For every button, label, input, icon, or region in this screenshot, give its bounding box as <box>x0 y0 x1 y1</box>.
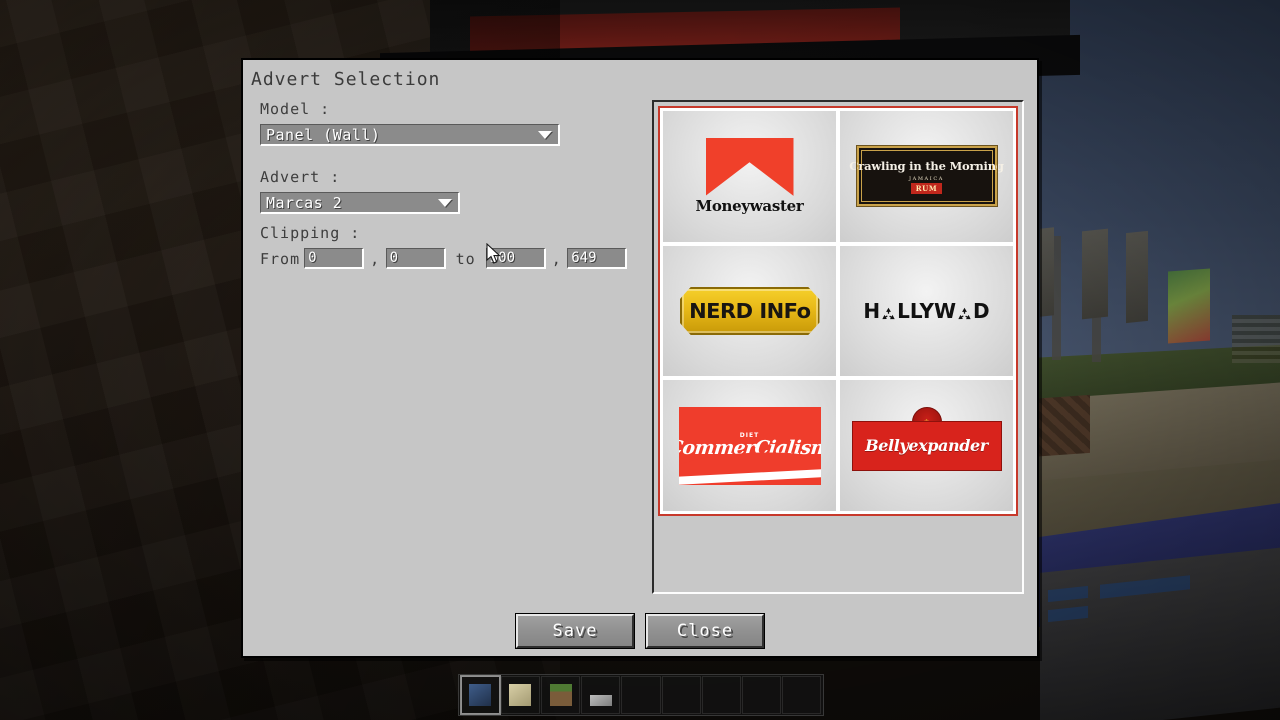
hollywood-part-2: LLYW <box>897 298 957 323</box>
model-label: Model : <box>260 100 331 118</box>
clipping-from-y-input[interactable]: 0 <box>385 248 446 269</box>
model-dropdown-value: Panel (Wall) <box>266 125 381 144</box>
bellyexpander-logo: ♔ Bellyexpander <box>851 406 1002 471</box>
clipping-to-word: to <box>455 249 476 268</box>
hotbar-slot[interactable] <box>500 676 540 714</box>
hotbar-slot[interactable] <box>782 676 822 714</box>
clipping-comma-1: , <box>370 249 380 268</box>
save-button[interactable]: Save <box>515 613 635 649</box>
form-column: Model : Panel (Wall) Advert : Marcas 2 C… <box>260 100 640 269</box>
close-button-label: Close <box>676 621 734 641</box>
advert-thumbnail-moneywaster[interactable]: Moneywaster <box>663 111 836 242</box>
save-button-label: Save <box>552 621 598 641</box>
bellyexpander-wordmark: Bellyexpander <box>865 436 988 456</box>
hollywood-part-3: D <box>973 298 990 323</box>
clipping-from-x-input[interactable]: 0 <box>304 248 365 269</box>
clipping-to-y-input[interactable]: 649 <box>567 248 628 269</box>
hollywood-logo: H LLYW D <box>863 299 989 323</box>
advert-dropdown[interactable]: Marcas 2 <box>260 192 460 214</box>
recycle-icon <box>956 304 973 321</box>
hotbar-item-grass-block <box>549 684 572 706</box>
hotbar-slot[interactable] <box>742 676 782 714</box>
advert-thumbnail-hollywood[interactable]: H LLYW D <box>840 245 1013 377</box>
crawling-logo: Crawling in the Morning JAMAICA RUM <box>849 145 1004 208</box>
hollywood-part-1: H <box>863 298 881 323</box>
clipping-from-word: From <box>260 249 301 268</box>
hotbar-slot[interactable] <box>459 675 501 715</box>
clipping-label: Clipping : <box>260 224 361 242</box>
moneywaster-logo: Moneywaster <box>695 137 804 215</box>
advert-thumbnail-grid: Moneywaster Crawling in the Morning JAMA… <box>663 111 1013 511</box>
dialog-title: Advert Selection <box>251 69 441 90</box>
nerd-info-wordmark: NERD INFo <box>688 298 811 323</box>
model-dropdown[interactable]: Panel (Wall) <box>260 124 560 146</box>
chevron-down-icon <box>538 130 552 139</box>
bellyexpander-banner: Bellyexpander <box>851 420 1002 471</box>
advert-label: Advert : <box>260 168 341 186</box>
nerd-info-badge: NERD INFo <box>679 286 820 335</box>
hotbar-slot[interactable] <box>540 676 581 714</box>
advert-selection-box: Moneywaster Crawling in the Morning JAMA… <box>658 106 1018 516</box>
close-button[interactable]: Close <box>645 613 765 649</box>
crawling-title: Crawling in the Morning <box>849 158 1004 173</box>
hotbar-item-sandstone-block <box>509 684 532 706</box>
commercialism-logo: DIET CommerCialism <box>678 406 821 485</box>
moneywaster-chevron-icon <box>705 137 794 196</box>
hotbar-slot[interactable] <box>701 676 742 714</box>
advert-selection-dialog: Advert Selection Model : Panel (Wall) Ad… <box>241 58 1039 658</box>
advert-thumbnail-crawling-in-the-morning[interactable]: Crawling in the Morning JAMAICA RUM <box>840 111 1013 242</box>
recycle-icon <box>880 304 897 321</box>
crawling-rum-badge: RUM <box>910 182 943 194</box>
moneywaster-wordmark: Moneywaster <box>695 196 804 215</box>
hotbar-item-stone-slab <box>589 695 612 706</box>
hotbar-slot[interactable] <box>581 676 621 714</box>
hotbar-item-blue-block <box>469 684 492 706</box>
advert-thumbnail-nerd-info[interactable]: NERD INFo <box>663 245 836 377</box>
crawling-subtitle: JAMAICA <box>909 175 944 182</box>
hotbar[interactable] <box>458 674 824 716</box>
chevron-down-icon <box>438 198 452 207</box>
clipping-row: From 0 , 0 to 500 , 649 <box>260 248 640 269</box>
advert-preview-panel[interactable]: Moneywaster Crawling in the Morning JAMA… <box>652 100 1024 594</box>
clipping-comma-2: , <box>551 249 562 268</box>
hotbar-slot[interactable] <box>621 676 661 714</box>
advert-thumbnail-commercialism[interactable]: DIET CommerCialism <box>663 380 836 511</box>
advert-dropdown-value: Marcas 2 <box>266 193 343 212</box>
advert-thumbnail-bellyexpander[interactable]: ♔ Bellyexpander <box>840 380 1013 511</box>
dialog-button-row: Save Close <box>243 613 1037 649</box>
hotbar-slot[interactable] <box>661 676 701 714</box>
clipping-to-x-input[interactable]: 500 <box>485 248 546 269</box>
